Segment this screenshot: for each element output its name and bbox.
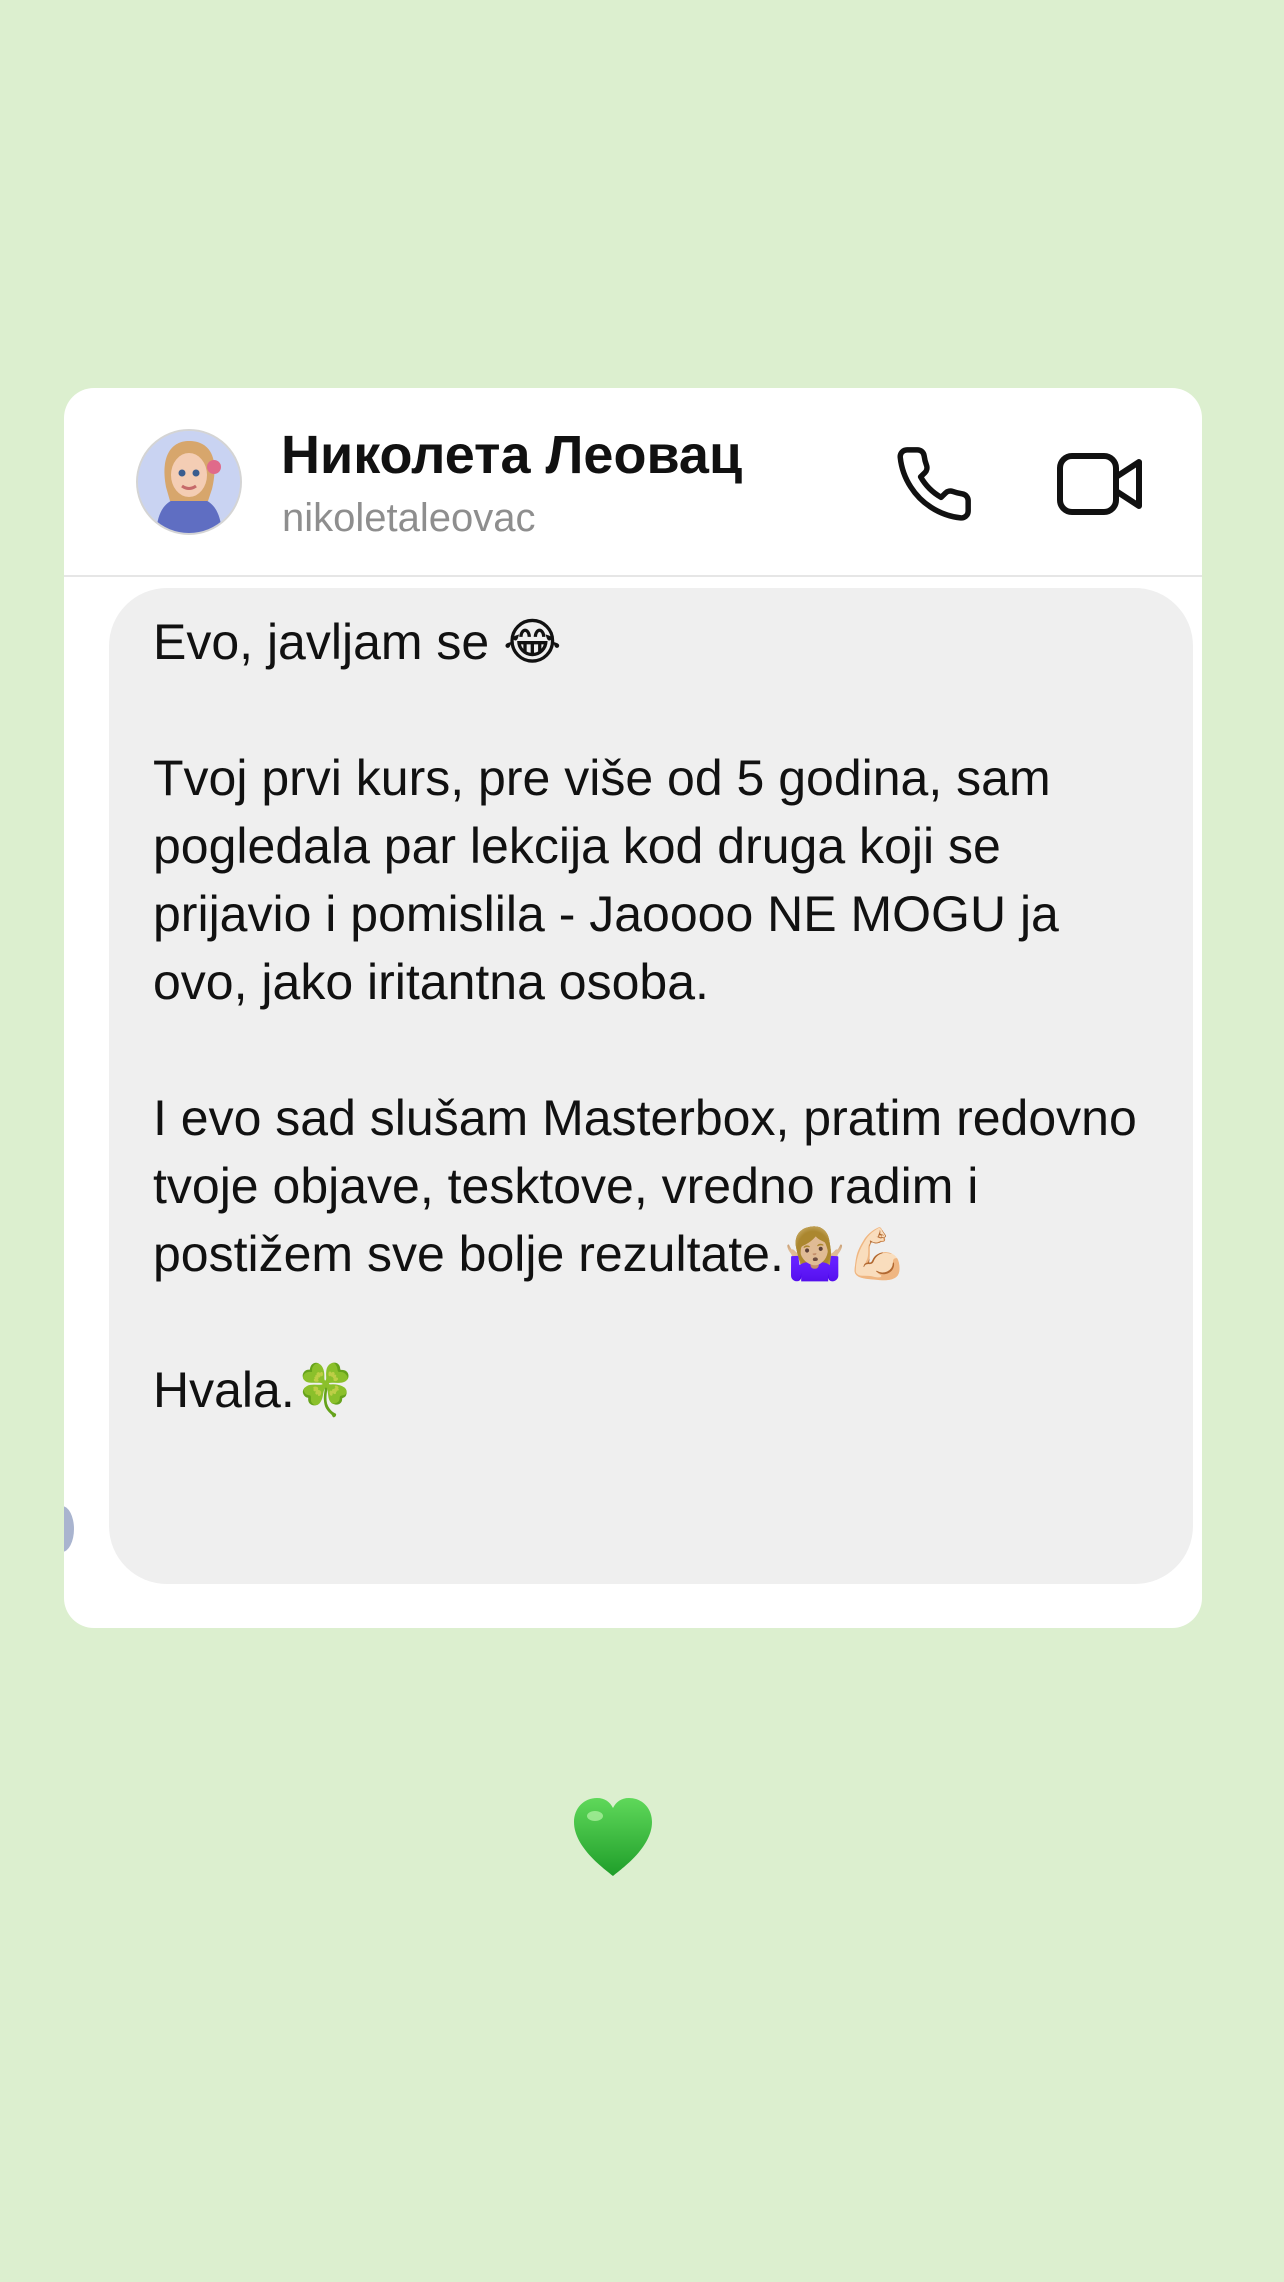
chat-card: Николета Леовац nikoletaleovac Evo, javl…: [64, 388, 1202, 1628]
avatar-photo-icon: [138, 431, 240, 533]
contact-name: Николета Леовац: [281, 425, 743, 485]
sender-avatar-edge: [64, 1506, 74, 1552]
message-paragraph: Tvoj prvi kurs, pre više od 5 godina, sa…: [153, 750, 1059, 1010]
contact-avatar[interactable]: [136, 429, 242, 535]
video-camera-icon: [1057, 453, 1142, 515]
message-paragraph: Hvala.🍀: [153, 1362, 357, 1418]
call-button[interactable]: [888, 440, 980, 528]
message-paragraph: Evo, javljam se 😂: [153, 614, 562, 670]
contact-username: nikoletaleovac: [282, 496, 536, 540]
chat-header: Николета Леовац nikoletaleovac: [64, 388, 1202, 577]
message-paragraph: I evo sad slušam Masterbox, pratim redov…: [153, 1090, 1137, 1282]
green-heart-icon: [568, 1792, 658, 1882]
message-bubble[interactable]: Evo, javljam se 😂 Tvoj prvi kurs, pre vi…: [109, 588, 1193, 1584]
video-call-button[interactable]: [1054, 440, 1146, 528]
phone-icon: [897, 447, 971, 521]
